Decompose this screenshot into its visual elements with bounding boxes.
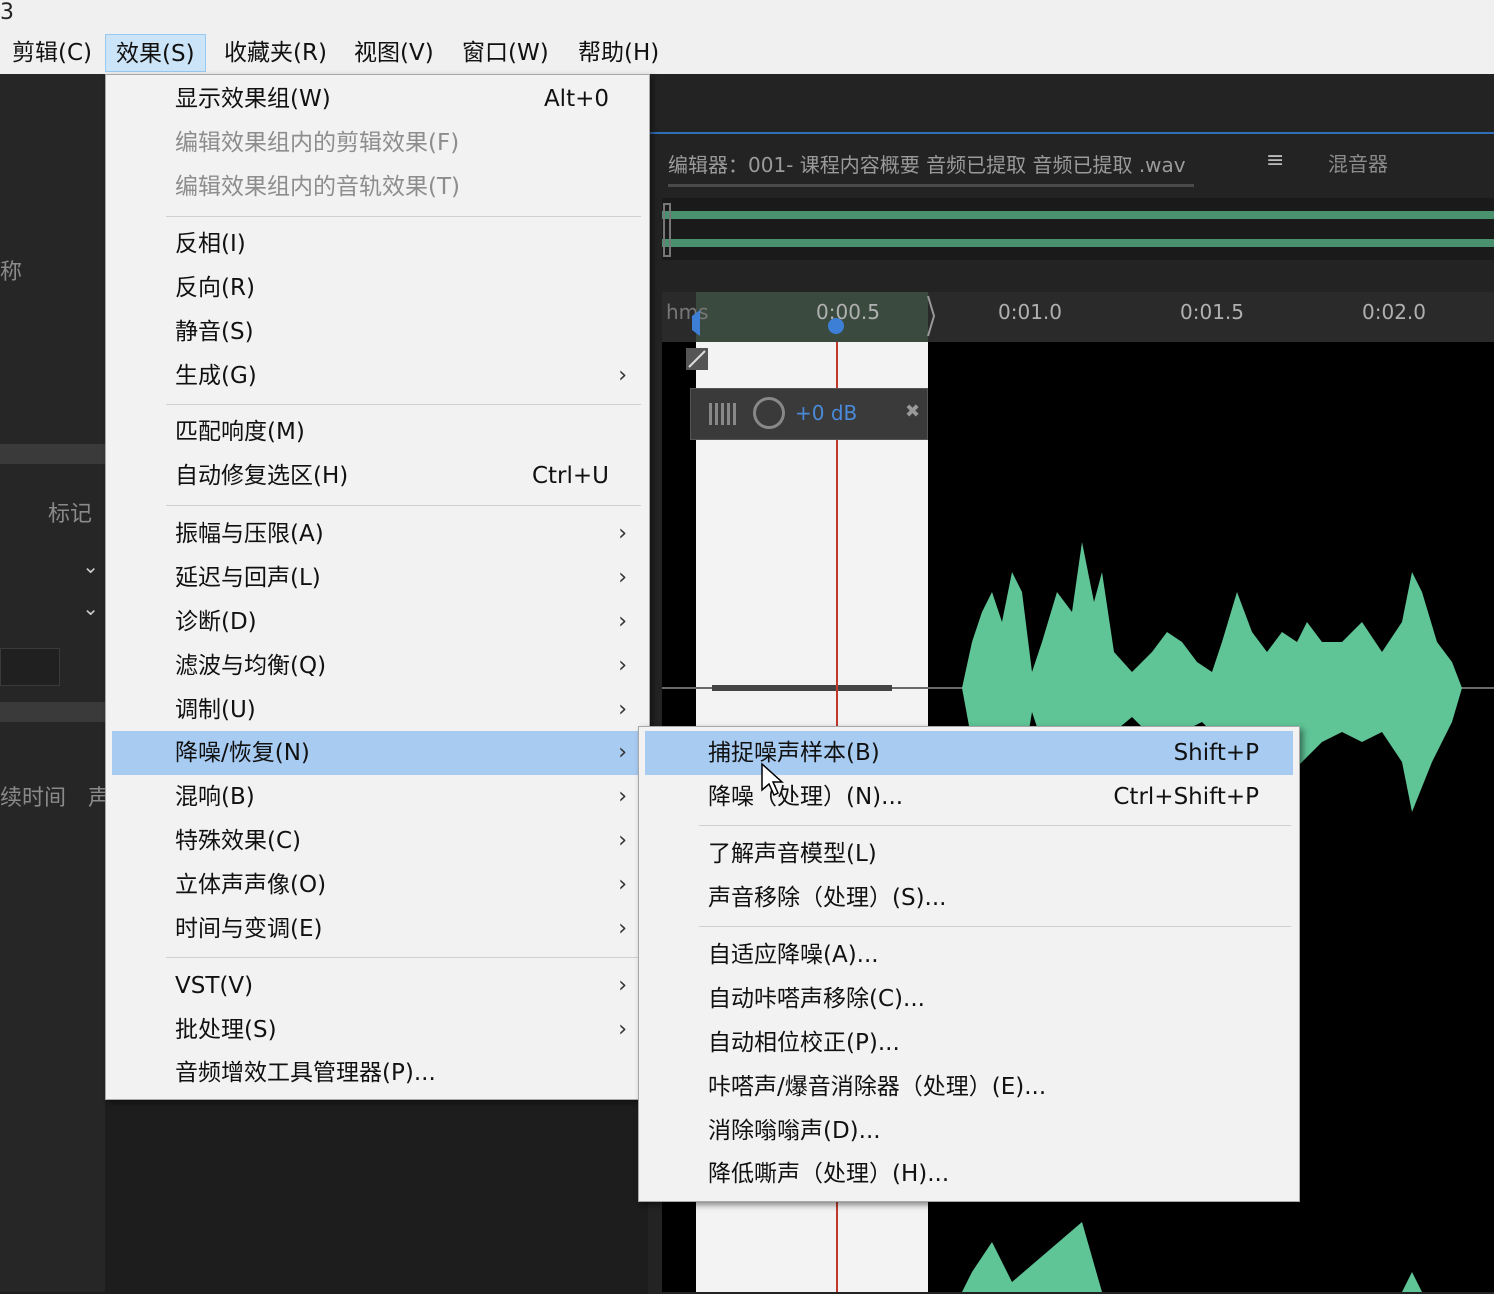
effects-menu: 显示效果组(W) Alt+0 编辑效果组内的剪辑效果(F) 编辑效果组内的音轨效… (105, 74, 650, 1100)
chevron-right-icon: › (618, 653, 627, 678)
menu-item-auto-phase[interactable]: 自动相位校正(P)... (639, 1021, 1299, 1065)
menu-bar: 3 剪辑(C) 效果(S) 收藏夹(R) 视图(V) 窗口(W) 帮助(H) (0, 0, 1494, 75)
waveform-overview[interactable] (662, 198, 1494, 260)
ruler-handles (692, 295, 936, 337)
chevron-right-icon: › (618, 565, 627, 590)
menu-item-batch[interactable]: 批处理(S) › (106, 1008, 649, 1052)
shortcut-label: Shift+P (1173, 740, 1259, 766)
menu-separator (166, 216, 641, 217)
chevron-right-icon: › (618, 363, 627, 388)
menu-item-reverse[interactable]: 反向(R) (106, 266, 649, 310)
menu-item-sound-remover[interactable]: 声音移除（处理）(S)... (639, 876, 1299, 920)
menu-item-generate[interactable]: 生成(G) › (106, 354, 649, 398)
menu-item-amplitude[interactable]: 振幅与压限(A) › (106, 512, 649, 556)
menu-item-adaptive-noise[interactable]: 自适应降噪(A)... (639, 933, 1299, 977)
chevron-right-icon: › (618, 609, 627, 634)
app-title-fragment: 3 (0, 0, 14, 25)
menu-item-auto-click-remover[interactable]: 自动咔嗒声移除(C)... (639, 977, 1299, 1021)
menu-item-special[interactable]: 特殊效果(C) › (106, 819, 649, 863)
gain-value: +0 dB (795, 401, 858, 425)
panel-divider (0, 444, 105, 464)
menu-item-silence[interactable]: 静音(S) (106, 310, 649, 354)
chevron-right-icon: › (618, 973, 627, 998)
menu-item-invert[interactable]: 反相(I) (106, 222, 649, 266)
chevron-right-icon: › (618, 521, 627, 546)
menu-item-capture-noise-print[interactable]: 捕捉噪声样本(B) Shift+P (645, 731, 1293, 775)
menu-item-vst[interactable]: VST(V) › (106, 964, 649, 1008)
panel-menu-icon[interactable]: ≡ (1266, 148, 1284, 173)
shortcut-label: Ctrl+Shift+P (1113, 784, 1259, 810)
menu-item-plugin-manager[interactable]: 音频增效工具管理器(P)... (106, 1051, 649, 1095)
menu-favorites[interactable]: 收藏夹(R) (214, 34, 337, 72)
column-duration-label: 续时间 (0, 786, 67, 811)
menu-edit-clip[interactable]: 剪辑(C) (2, 34, 102, 72)
panel-divider (0, 702, 105, 722)
menu-effects[interactable]: 效果(S) (105, 34, 206, 72)
chevron-right-icon: › (618, 784, 627, 809)
shortcut-label: Ctrl+U (531, 463, 609, 489)
menu-view[interactable]: 视图(V) (344, 34, 444, 72)
menu-window[interactable]: 窗口(W) (452, 34, 559, 72)
files-panel: 称 标记 ⌄ ⌄ 续时间 声 (0, 74, 110, 1292)
menu-item-edit-track-effects: 编辑效果组内的音轨效果(T) (175, 174, 460, 200)
chevron-right-icon: › (618, 872, 627, 897)
menu-item-noise-reduction-process[interactable]: 降噪（处理）(N)... Ctrl+Shift+P (639, 775, 1299, 819)
menu-item-delay-echo[interactable]: 延迟与回声(L) › (106, 556, 649, 600)
chevron-right-icon: › (618, 740, 627, 765)
menu-separator (699, 825, 1291, 826)
pin-icon[interactable]: ✖ (905, 401, 920, 422)
menu-item-learn-sound-model[interactable]: 了解声音模型(L) (639, 832, 1299, 876)
gain-hud: +0 dB ✖ (690, 388, 928, 440)
markers-tab[interactable]: 标记 (48, 496, 92, 528)
menu-item-dehummer[interactable]: 消除嗡嗡声(D)... (639, 1109, 1299, 1153)
chevron-right-icon: › (618, 916, 627, 941)
level-bars-icon (709, 403, 743, 425)
shortcut-label: Alt+0 (543, 86, 609, 112)
menu-item-hiss-reduction[interactable]: 降低嘶声（处理）(H)... (639, 1152, 1299, 1196)
menu-separator (699, 926, 1291, 927)
menu-item-filter-eq[interactable]: 滤波与均衡(Q) › (106, 644, 649, 688)
menu-item-noise-reduction[interactable]: 降噪/恢复(N) › (112, 731, 639, 775)
chevron-right-icon: › (618, 697, 627, 722)
chevron-down-icon[interactable]: ⌄ (82, 596, 99, 620)
menu-item-match-loudness[interactable]: 匹配响度(M) (106, 410, 649, 454)
menu-item-reverb[interactable]: 混响(B) › (106, 775, 649, 819)
menu-separator (166, 505, 641, 506)
menu-separator (166, 404, 641, 405)
overview-waveform (662, 203, 1494, 257)
column-name-label: 称 (0, 260, 23, 285)
menu-item-stereo-imagery[interactable]: 立体声声像(O) › (106, 863, 649, 907)
noise-reduction-submenu: 捕捉噪声样本(B) Shift+P 降噪（处理）(N)... Ctrl+Shif… (638, 726, 1300, 1202)
menu-separator (166, 957, 641, 958)
menu-item-auto-heal[interactable]: 自动修复选区(H) Ctrl+U (106, 454, 649, 498)
fade-handle-icon[interactable] (686, 348, 710, 372)
chevron-down-icon[interactable]: ⌄ (82, 554, 99, 578)
mixer-tab[interactable]: 混音器 (1328, 148, 1388, 177)
chevron-right-icon: › (618, 1017, 627, 1042)
gain-knob[interactable] (753, 397, 785, 429)
chevron-right-icon: › (618, 828, 627, 853)
menu-item-click-pop-eliminator[interactable]: 咔嗒声/爆音消除器（处理）(E)... (639, 1065, 1299, 1109)
editor-tab[interactable]: 编辑器：001- 课程内容概要 音频已提取 音频已提取 .wav (668, 146, 1194, 187)
menu-item-diagnostics[interactable]: 诊断(D) › (106, 600, 649, 644)
menu-item-time-pitch[interactable]: 时间与变调(E) › (106, 907, 649, 951)
menu-item-show-effects-rack[interactable]: 显示效果组(W) Alt+0 (106, 77, 649, 121)
menu-item-edit-clip-effects: 编辑效果组内的剪辑效果(F) (175, 130, 460, 156)
time-ruler[interactable]: hms 0:00.5 0:01.0 0:01.5 0:02.0 (662, 292, 1494, 342)
menu-help[interactable]: 帮助(H) (568, 34, 669, 72)
mouse-cursor-icon (761, 762, 784, 797)
menu-item-modulation[interactable]: 调制(U) › (106, 688, 649, 732)
search-field[interactable] (0, 648, 60, 686)
